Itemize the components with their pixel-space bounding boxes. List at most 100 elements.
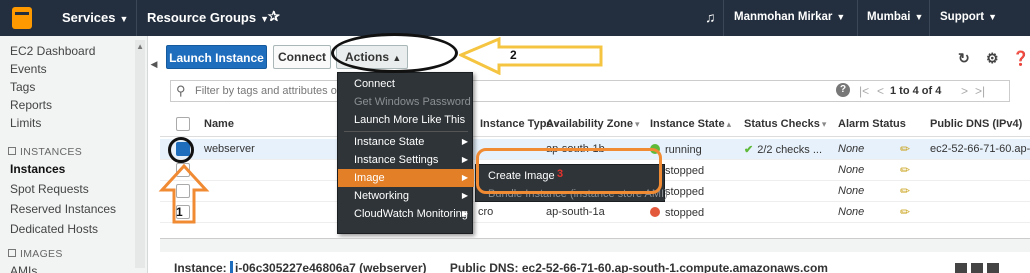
- menu-item-connect[interactable]: Connect: [338, 75, 474, 93]
- stopped-status-icon: [650, 207, 660, 217]
- menu-item-image[interactable]: Image ▶: [338, 169, 474, 187]
- user-name: Manmohan Mirkar: [734, 11, 833, 23]
- col-status-checks-label: Status Checks: [744, 118, 820, 130]
- menu-item-cloudwatch[interactable]: CloudWatch Monitoring ▶: [338, 205, 474, 223]
- sort-icon: ▾: [635, 119, 640, 129]
- sidebar-item-tags[interactable]: Tags: [10, 80, 35, 94]
- connect-button[interactable]: Connect: [273, 45, 331, 69]
- resource-groups-menu[interactable]: Resource Groups ▼: [147, 10, 269, 25]
- checks-label: 2/2 checks ...: [757, 144, 823, 156]
- cell-alarm: None: [838, 143, 865, 155]
- state-label: stopped: [665, 165, 705, 177]
- bell-icon[interactable]: ♫: [705, 9, 716, 25]
- scroll-up-icon[interactable]: ▲: [136, 42, 144, 51]
- sidebar-item-reserved-instances[interactable]: Reserved Instances: [10, 202, 116, 216]
- table-row[interactable]: cro ap-south-1a stopped None ✏: [160, 202, 1030, 223]
- col-public-dns[interactable]: Public DNS (IPv4): [930, 118, 1022, 130]
- layout-icon[interactable]: [955, 263, 967, 273]
- sidebar: EC2 Dashboard Events Tags Reports Limits…: [0, 36, 148, 273]
- menu-item-label: CloudWatch Monitoring: [354, 208, 468, 220]
- prev-page-icon[interactable]: <: [877, 84, 884, 98]
- panel-layout-buttons[interactable]: [955, 262, 1003, 273]
- collapse-sidebar-icon[interactable]: ◀: [148, 56, 160, 72]
- menu-item-label: Image: [354, 172, 385, 184]
- detail-splitter[interactable]: [160, 238, 1030, 252]
- nav-divider: [723, 0, 724, 36]
- section-images-label: IMAGES: [20, 248, 63, 260]
- instance-detail-header: Instance: i-06c305227e46806a7 (webserver…: [174, 259, 828, 273]
- pin-icon[interactable]: ✰: [268, 8, 280, 25]
- gear-icon[interactable]: ⚙: [986, 50, 999, 67]
- first-page-icon[interactable]: |<: [859, 84, 869, 98]
- sidebar-item-events[interactable]: Events: [10, 62, 47, 76]
- chevron-down-icon: ▼: [988, 12, 997, 22]
- sort-icon: ▾: [821, 119, 827, 129]
- layout-icon[interactable]: [987, 263, 999, 273]
- next-page-icon[interactable]: >: [961, 84, 968, 98]
- select-all-checkbox[interactable]: [176, 117, 190, 131]
- nav-divider: [136, 0, 137, 36]
- layout-icon[interactable]: [971, 263, 983, 273]
- col-availability-zone[interactable]: Availability Zone ▾: [546, 118, 640, 130]
- sidebar-item-instances[interactable]: Instances: [10, 162, 65, 176]
- cell-zone: ap-south-1a: [546, 206, 605, 218]
- menu-item-launch-more[interactable]: Launch More Like This: [338, 111, 474, 129]
- chevron-right-icon: ▶: [461, 155, 468, 164]
- annotation-rectangle: [476, 148, 662, 194]
- chevron-right-icon: ▶: [461, 137, 468, 146]
- col-instance-state-label: Instance State: [650, 118, 725, 130]
- support-menu[interactable]: Support ▼: [940, 11, 997, 23]
- sidebar-item-ec2-dashboard[interactable]: EC2 Dashboard: [10, 44, 95, 58]
- annotation-step-2: 2: [510, 48, 517, 62]
- instance-label: Instance:: [174, 261, 227, 273]
- instance-indicator: [230, 261, 234, 273]
- menu-item-instance-settings[interactable]: Instance Settings ▶: [338, 151, 474, 169]
- support-label: Support: [940, 11, 985, 23]
- aws-cube-logo[interactable]: [12, 7, 32, 29]
- resource-groups-label: Resource Groups: [147, 10, 257, 25]
- col-alarm-status[interactable]: Alarm Status: [838, 118, 906, 130]
- menu-item-label: Instance State: [354, 136, 425, 148]
- launch-instance-button[interactable]: Launch Instance: [166, 45, 267, 69]
- section-instances-header[interactable]: INSTANCES: [8, 146, 82, 158]
- menu-item-networking[interactable]: Networking ▶: [338, 187, 474, 205]
- filter-input[interactable]: Filter by tags and attributes or se: [195, 85, 355, 97]
- last-page-icon[interactable]: >|: [975, 84, 985, 98]
- help-icon[interactable]: ❓: [1012, 50, 1029, 67]
- refresh-icon[interactable]: ↻: [958, 50, 970, 67]
- region-menu[interactable]: Mumbai ▼: [867, 11, 923, 23]
- sidebar-item-dedicated-hosts[interactable]: Dedicated Hosts: [10, 222, 98, 236]
- col-instance-state[interactable]: Instance State ▴: [650, 118, 731, 130]
- filter-help-icon[interactable]: ?: [836, 83, 850, 97]
- col-name-label: Name: [204, 118, 234, 130]
- sidebar-scrollbar[interactable]: [135, 40, 145, 268]
- sidebar-item-amis[interactable]: AMIs: [10, 264, 37, 273]
- alarm-bell-icon[interactable]: ✏: [900, 205, 910, 219]
- alarm-bell-icon[interactable]: ✏: [900, 163, 910, 177]
- sort-asc-icon: ▴: [726, 119, 732, 129]
- user-menu[interactable]: Manmohan Mirkar ▼: [734, 11, 845, 23]
- cell-alarm: None: [838, 185, 865, 197]
- col-status-checks[interactable]: Status Checks ▾: [744, 118, 826, 130]
- menu-item-label: Instance Settings: [354, 154, 439, 166]
- annotation-arrow-1: [158, 164, 210, 224]
- menu-item-get-windows-password[interactable]: Get Windows Password: [338, 93, 474, 111]
- alarm-bell-icon[interactable]: ✏: [900, 142, 910, 156]
- top-navbar: Services ▼ Resource Groups ▼ ✰ ♫ Manmohan …: [0, 0, 1030, 36]
- sidebar-item-limits[interactable]: Limits: [10, 116, 41, 130]
- col-name[interactable]: Name▾: [204, 118, 359, 130]
- section-images-header[interactable]: IMAGES: [8, 248, 63, 260]
- menu-item-instance-state[interactable]: Instance State ▶: [338, 133, 474, 151]
- filter-bar: ⚲ Filter by tags and attributes or se ? …: [170, 80, 1010, 102]
- sidebar-item-spot-requests[interactable]: Spot Requests: [10, 182, 89, 196]
- services-menu[interactable]: Services ▼: [62, 10, 128, 25]
- region-label: Mumbai: [867, 11, 911, 23]
- state-label: running: [665, 144, 702, 156]
- alarm-bell-icon[interactable]: ✏: [900, 184, 910, 198]
- services-label: Services: [62, 10, 116, 25]
- col-instance-type-label: Instance Type: [480, 118, 553, 130]
- annotation-step-1: 1: [176, 205, 183, 219]
- cell-type: cro: [478, 206, 494, 218]
- sidebar-item-reports[interactable]: Reports: [10, 98, 52, 112]
- menu-item-label: Networking: [354, 190, 410, 202]
